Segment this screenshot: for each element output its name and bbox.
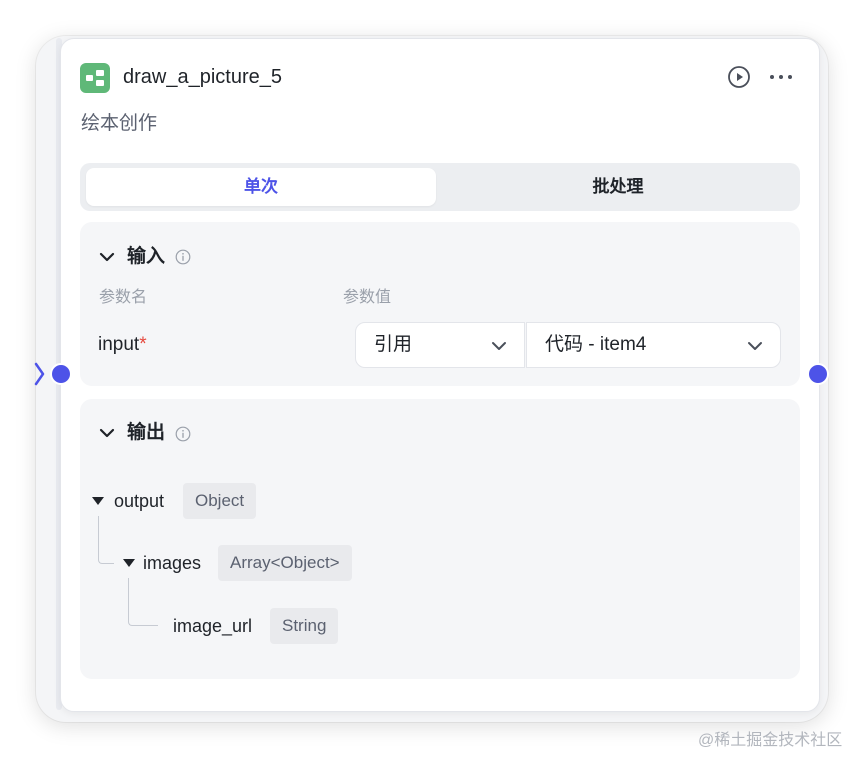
type-tag: Array<Object> [218,545,352,581]
input-section-title: 输入 [127,246,166,267]
column-header-name: 参数名 [99,289,148,306]
incoming-edge-arrow [34,362,45,386]
caret-down-icon[interactable] [123,559,135,567]
input-port[interactable] [50,363,72,385]
info-icon[interactable] [175,426,191,442]
chevron-down-icon[interactable] [98,248,116,266]
value-type-label: 引用 [374,334,413,355]
workflow-icon [80,63,110,93]
value-type-select[interactable]: 引用 [355,322,525,368]
node-title[interactable]: draw_a_picture_5 [123,64,282,90]
type-tag: Object [183,483,257,519]
required-mark: * [139,334,147,355]
output-field-name: images [143,553,202,573]
output-field-name: image_url [173,616,253,636]
reference-value-select[interactable]: 代码 - item4 [526,322,781,368]
run-icon[interactable] [727,65,751,89]
param-name: input* [98,333,147,357]
info-icon[interactable] [175,249,191,265]
more-icon[interactable] [766,65,796,89]
tab-batch[interactable]: 批处理 [440,168,796,206]
output-field-name: output [114,491,165,511]
output-port[interactable] [807,363,829,385]
column-header-value: 参数值 [343,289,392,306]
param-name-label: input [98,334,140,355]
chevron-down-icon[interactable] [98,424,116,442]
type-tag: String [270,608,339,644]
output-section-title: 输出 [127,422,166,443]
tab-single[interactable]: 单次 [86,168,436,206]
tree-connector [128,578,158,626]
chevron-down-icon [492,342,506,350]
node-description[interactable]: 绘本创作 [81,111,157,137]
watermark: @稀土掘金技术社区 [698,732,843,749]
canvas: draw_a_picture_5 绘本创作 单次 批处理 输入 参数名 参数值 … [0,0,864,758]
caret-down-icon[interactable] [92,497,104,505]
chevron-down-icon [748,342,762,350]
tree-connector [98,516,114,564]
run-mode-tabs: 单次 批处理 [80,163,800,211]
reference-value-label: 代码 - item4 [545,334,647,355]
